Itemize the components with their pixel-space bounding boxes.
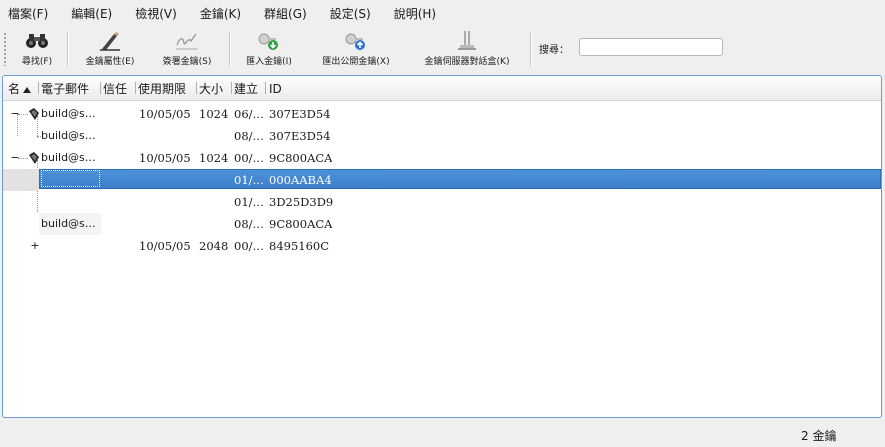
created-cell: 08/…: [234, 217, 265, 231]
key-properties-button[interactable]: 金鑰屬性(E): [76, 30, 144, 70]
sort-ascending-icon: [23, 86, 32, 93]
column-email[interactable]: 電子郵件: [41, 76, 99, 100]
sign-key-label: 簽署金鑰(S): [162, 57, 212, 67]
table-row[interactable]: build@s… 08/… 307E3D54: [3, 125, 881, 147]
column-divider[interactable]: [38, 82, 39, 94]
key-import-icon: [236, 30, 302, 52]
table-row[interactable]: − build@s… 10/05/05 1024 06/… 307E3D54: [3, 103, 881, 125]
menu-bar: 檔案(F) 編輯(E) 檢視(V) 金鑰(K) 群組(G) 設定(S) 說明(H…: [0, 0, 885, 26]
created-cell: 01/…: [234, 173, 265, 187]
id-cell: 9C800ACA: [269, 151, 333, 165]
created-cell: 06/…: [234, 107, 265, 121]
keyserver-dialog-button[interactable]: 金鑰伺服器對話盒(K): [412, 30, 522, 70]
table-row[interactable]: + 10/05/05 2048 00/… 8495160C: [3, 235, 881, 257]
key-list[interactable]: 名 電子郵件 信任 使用期限 大小 建立 ID − build@s… 10/05…: [2, 75, 882, 418]
created-cell: 00/…: [234, 239, 265, 253]
created-cell: 08/…: [234, 129, 265, 143]
created-cell: 01/…: [234, 195, 265, 209]
size-cell: 1024: [199, 151, 229, 165]
import-key-label: 匯入金鑰(I): [246, 57, 292, 67]
row-background: [101, 213, 881, 235]
column-name[interactable]: 名: [8, 76, 38, 100]
expiry-cell: 10/05/05: [139, 151, 191, 165]
find-button[interactable]: 尋找(F): [12, 30, 62, 70]
search-input[interactable]: [579, 38, 723, 56]
binoculars-icon: [12, 30, 62, 52]
expand-toggle[interactable]: +: [30, 235, 40, 257]
column-divider[interactable]: [231, 82, 232, 94]
keypair-icon: [29, 152, 39, 164]
expiry-cell: 10/05/05: [139, 239, 191, 253]
keyserver-icon: [412, 30, 522, 52]
status-bar: 2 金鑰: [0, 420, 885, 447]
menu-edit[interactable]: 編輯(E): [69, 3, 114, 24]
key-export-icon: [312, 30, 400, 52]
focus-indicator: [41, 170, 100, 187]
id-cell: 3D25D3D9: [269, 195, 334, 209]
created-cell: 00/…: [234, 151, 265, 165]
toolbar-separator: [530, 32, 532, 66]
size-cell: 2048: [199, 239, 229, 253]
table-row[interactable]: build@s… 08/… 9C800ACA: [3, 213, 881, 235]
column-trust[interactable]: 信任: [103, 76, 133, 100]
pen-icon: [76, 30, 144, 52]
key-count-status: 2 金鑰: [801, 429, 837, 443]
signature-icon: [152, 30, 222, 52]
table-row[interactable]: − build@s… 10/05/05 1024 00/… 9C800ACA: [3, 147, 881, 169]
column-header: 名 電子郵件 信任 使用期限 大小 建立 ID: [3, 76, 881, 101]
menu-groups[interactable]: 群組(G): [262, 3, 309, 24]
keypair-icon: [29, 108, 39, 120]
find-button-label: 尋找(F): [21, 57, 53, 67]
toolbar-separator: [229, 32, 231, 66]
column-size[interactable]: 大小: [199, 76, 229, 100]
tree-line: [18, 114, 28, 116]
column-divider[interactable]: [100, 82, 101, 94]
search-label: 搜尋：: [539, 45, 569, 56]
column-divider[interactable]: [196, 82, 197, 94]
table-row[interactable]: 01/… 3D25D3D9: [3, 191, 881, 213]
id-cell: 307E3D54: [269, 129, 331, 143]
menu-help[interactable]: 說明(H): [392, 3, 438, 24]
export-public-key-button[interactable]: 匯出公開金鑰(X): [312, 30, 400, 70]
export-public-key-label: 匯出公開金鑰(X): [322, 57, 390, 67]
size-cell: 1024: [199, 107, 229, 121]
toolbar-grip[interactable]: [3, 32, 7, 66]
expiry-cell: 10/05/05: [139, 107, 191, 121]
menu-view[interactable]: 檢視(V): [133, 3, 179, 24]
key-properties-label: 金鑰屬性(E): [85, 57, 135, 67]
column-divider[interactable]: [265, 82, 266, 94]
selection-highlight: [39, 169, 881, 189]
menu-settings[interactable]: 設定(S): [328, 3, 373, 24]
row-gutter: [3, 213, 39, 235]
email-cell: build@s…: [41, 151, 96, 164]
toolbar: 尋找(F) 金鑰屬性(E) 簽署金鑰(S) 匯入金鑰(I) 匯出公開金鑰(X) …: [0, 28, 885, 72]
import-key-button[interactable]: 匯入金鑰(I): [236, 30, 302, 70]
id-cell: 9C800ACA: [269, 217, 333, 231]
keyserver-dialog-label: 金鑰伺服器對話盒(K): [424, 57, 510, 67]
id-cell: 8495160C: [269, 239, 330, 253]
menu-keys[interactable]: 金鑰(K): [198, 3, 243, 24]
table-row-selected[interactable]: 01/… 000AABA4: [3, 169, 881, 191]
tree-line: [18, 158, 28, 160]
column-name-label: 名: [8, 82, 21, 96]
id-cell: 307E3D54: [269, 107, 331, 121]
menu-file[interactable]: 檔案(F): [6, 3, 50, 24]
email-cell: build@s…: [41, 129, 96, 142]
column-divider[interactable]: [135, 82, 136, 94]
row-gutter: [3, 169, 39, 191]
id-cell: 000AABA4: [269, 173, 332, 187]
column-id[interactable]: ID: [269, 76, 309, 100]
sign-key-button[interactable]: 簽署金鑰(S): [152, 30, 222, 70]
column-created[interactable]: 建立: [234, 76, 264, 100]
email-cell: build@s…: [41, 107, 96, 120]
email-cell: build@s…: [41, 217, 96, 230]
toolbar-separator: [67, 32, 69, 66]
column-expiry[interactable]: 使用期限: [138, 76, 194, 100]
